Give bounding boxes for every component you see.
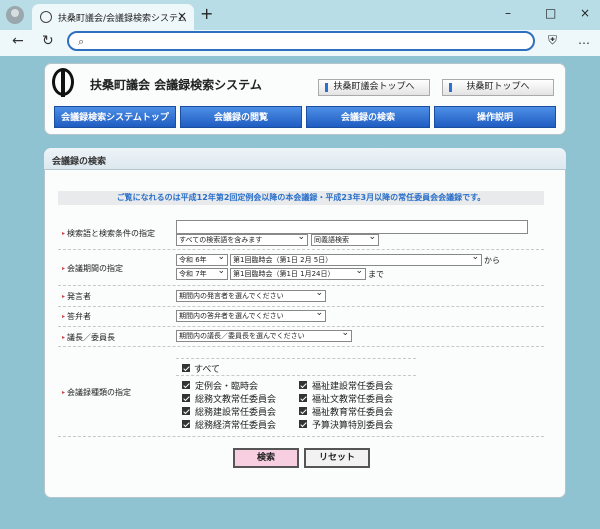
meeting-type-label: 総務文教常任委員会 <box>195 395 277 405</box>
divider <box>58 436 544 437</box>
section-header <box>44 148 566 170</box>
respondent-label: 答弁者 <box>62 311 91 322</box>
meeting-type-label: 会議録種類の指定 <box>62 387 131 398</box>
meeting-type-label: 福祉建設常任委員会 <box>312 382 394 392</box>
url-input[interactable]: ⌕ <box>67 31 535 51</box>
keyword-input[interactable] <box>176 220 528 234</box>
close-tab-icon[interactable]: × <box>177 9 187 23</box>
search-icon: ⌕ <box>78 35 85 48</box>
shield-icon[interactable]: ⛨ <box>548 33 557 48</box>
keyword-mode-select[interactable]: 同義語検索 <box>311 234 379 246</box>
from-suffix: から <box>484 256 500 265</box>
meeting-type-checkbox[interactable] <box>182 407 190 415</box>
globe-icon <box>40 11 52 23</box>
select-all-label: すべて <box>194 365 221 375</box>
page-title: 扶桑町議会 会議録検索システム <box>90 78 262 92</box>
select-all-checkbox[interactable] <box>182 364 190 372</box>
meeting-type-checkbox[interactable] <box>299 381 307 389</box>
meeting-type-checkbox[interactable] <box>299 407 307 415</box>
checkbox-divider <box>176 358 416 359</box>
meeting-type-label: 福祉文教常任委員会 <box>312 395 394 405</box>
menu-help[interactable]: 操作説明 <box>434 106 556 128</box>
chair-select[interactable]: 期間内の議長／委員長を選んでください <box>176 330 352 342</box>
window-close-icon[interactable]: × <box>580 6 590 20</box>
period-label: 会議期間の指定 <box>62 263 123 274</box>
search-button[interactable]: 検索 <box>233 448 299 468</box>
reload-icon[interactable]: ↻ <box>42 33 54 49</box>
to-session-select[interactable]: 第1回臨時会（第1日 1月24日） <box>230 268 366 280</box>
back-icon[interactable]: ← <box>12 33 24 49</box>
divider <box>58 346 544 347</box>
more-icon[interactable]: … <box>578 33 590 47</box>
to-year-select[interactable]: 令和 7年 <box>176 268 228 280</box>
profile-icon[interactable] <box>6 6 24 24</box>
assembly-top-link[interactable]: 扶桑町議会トップへ <box>318 79 430 96</box>
meeting-type-checkbox[interactable] <box>182 420 190 428</box>
meeting-type-label: 福祉教育常任委員会 <box>312 408 394 418</box>
divider <box>58 285 544 286</box>
minimize-icon[interactable]: – <box>505 6 511 20</box>
menu-browse[interactable]: 会議録の閲覧 <box>180 106 302 128</box>
meeting-type-label: 予算決算特別委員会 <box>312 421 394 431</box>
town-logo <box>52 68 74 97</box>
meeting-type-checkbox[interactable] <box>182 381 190 389</box>
speaker-label: 発言者 <box>62 291 91 302</box>
meeting-type-label: 総務建設常任委員会 <box>195 408 277 418</box>
new-tab-button[interactable]: + <box>200 4 213 23</box>
browser-tab[interactable]: 扶桑町議会/会議録検索システム × <box>32 4 194 30</box>
tab-title: 扶桑町議会/会議録検索システム <box>58 14 187 24</box>
respondent-select[interactable]: 期間内の答弁者を選んでください <box>176 310 326 322</box>
meeting-type-checkbox[interactable] <box>182 394 190 402</box>
meeting-type-label: 総務経済常任委員会 <box>195 421 277 431</box>
to-suffix: まで <box>368 270 384 279</box>
from-year-select[interactable]: 令和 6年 <box>176 254 228 266</box>
menu-search[interactable]: 会議録の検索 <box>306 106 430 128</box>
notice-text: ご覧になれるのは平成12年第2回定例会以降の本会議録・平成23年3月以降の常任委… <box>58 191 544 205</box>
section-title: 会議録の検索 <box>52 157 107 167</box>
keyword-label: 検索語と検索条件の指定 <box>62 228 155 239</box>
divider <box>58 249 544 250</box>
from-session-select[interactable]: 第1回臨時会（第1日 2月 5日） <box>230 254 482 266</box>
meeting-type-checkbox[interactable] <box>299 420 307 428</box>
town-top-link[interactable]: 扶桑町トップへ <box>442 79 554 96</box>
reset-button[interactable]: リセット <box>304 448 370 468</box>
maximize-icon[interactable]: □ <box>545 6 556 20</box>
chair-label: 議長／委員長 <box>62 332 115 343</box>
speaker-select[interactable]: 期間内の発言者を選んでください <box>176 290 326 302</box>
menu-system-top[interactable]: 会議録検索システムトップ <box>54 106 176 128</box>
meeting-type-checkbox[interactable] <box>299 394 307 402</box>
keyword-condition-select[interactable]: すべての検索語を含みます <box>176 234 308 246</box>
checkbox-divider <box>176 375 416 376</box>
divider <box>58 326 544 327</box>
meeting-type-label: 定例会・臨時会 <box>195 382 259 392</box>
divider <box>58 306 544 307</box>
